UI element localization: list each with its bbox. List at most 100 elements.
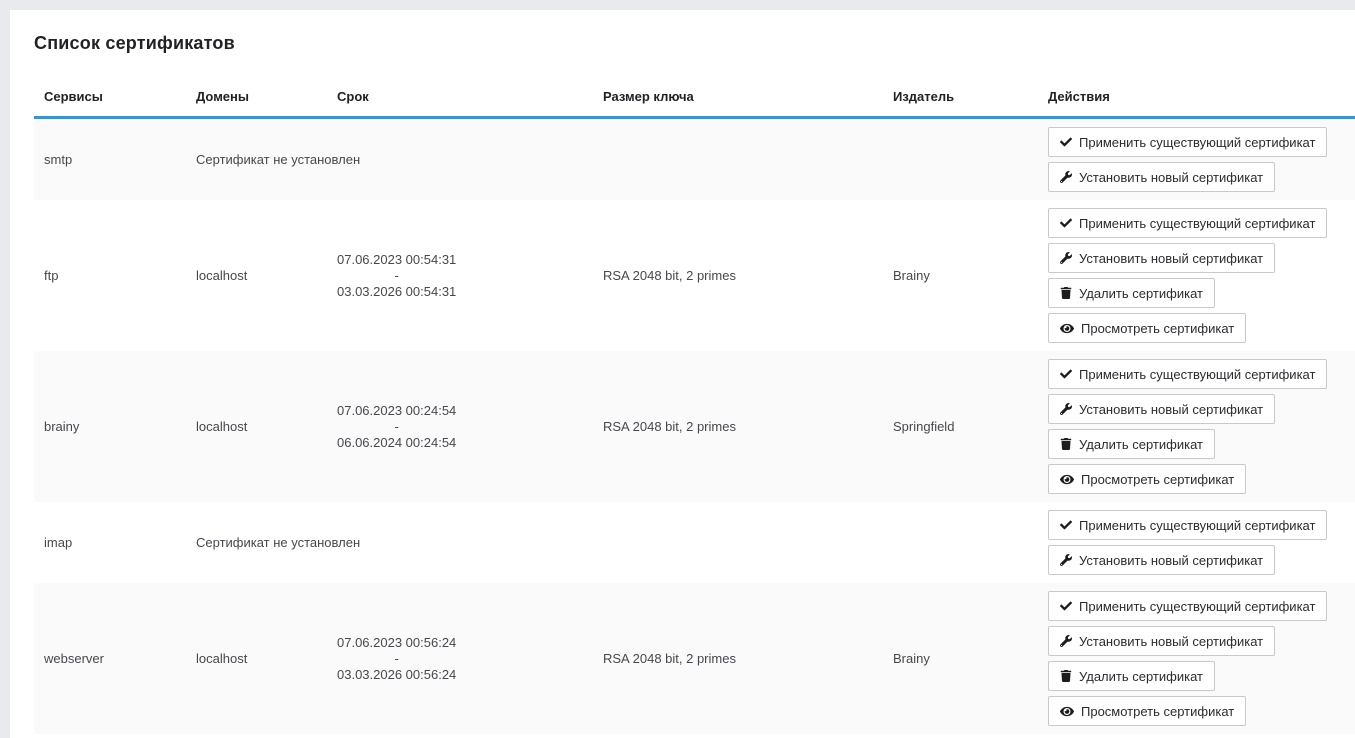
actions-stack: Применить существующий сертификат Установ… <box>1048 359 1345 494</box>
column-header-service: Сервисы <box>34 81 186 118</box>
install-new-certificate-button[interactable]: Установить новый сертификат <box>1048 243 1275 273</box>
trash-icon <box>1060 438 1072 450</box>
action-button-label: Применить существующий сертификат <box>1079 135 1315 150</box>
column-header-domains: Домены <box>186 81 327 118</box>
service-cell: ftp <box>34 200 186 351</box>
column-header-issuer: Издатель <box>883 81 1038 118</box>
column-header-actions: Действия <box>1038 81 1355 118</box>
actions-stack: Применить существующий сертификат Установ… <box>1048 208 1345 343</box>
page-title: Список сертификатов <box>34 33 1355 54</box>
action-button-label: Просмотреть сертификат <box>1081 704 1234 719</box>
term-to: 03.03.2026 00:54:31 <box>337 284 456 300</box>
term-to: 03.03.2026 00:56:24 <box>337 667 456 683</box>
action-button-label: Просмотреть сертификат <box>1081 321 1234 336</box>
certificate-row-brainy: brainylocalhost07.06.2023 00:24:54-06.06… <box>34 351 1355 502</box>
action-button-label: Применить существующий сертификат <box>1079 367 1315 382</box>
term-separator: - <box>337 268 456 284</box>
term-separator: - <box>337 651 456 667</box>
certificate-row-webserver: webserverlocalhost07.06.2023 00:56:24-03… <box>34 583 1355 734</box>
action-button-label: Удалить сертификат <box>1079 669 1203 684</box>
column-header-term: Срок <box>327 81 593 118</box>
action-button-label: Установить новый сертификат <box>1079 553 1263 568</box>
action-button-label: Применить существующий сертификат <box>1079 518 1315 533</box>
term-range: 07.06.2023 00:24:54-06.06.2024 00:24:54 <box>337 403 456 451</box>
term-separator: - <box>337 419 456 435</box>
action-button-label: Установить новый сертификат <box>1079 251 1263 266</box>
action-button-label: Просмотреть сертификат <box>1081 472 1234 487</box>
eye-icon <box>1060 705 1074 718</box>
install-new-certificate-button[interactable]: Установить новый сертификат <box>1048 626 1275 656</box>
delete-certificate-button[interactable]: Удалить сертификат <box>1048 661 1215 691</box>
service-cell: brainy <box>34 351 186 502</box>
term-from: 07.06.2023 00:54:31 <box>337 252 456 268</box>
trash-icon <box>1060 287 1072 299</box>
table-header-row: СервисыДоменыСрокРазмер ключаИздательДей… <box>34 81 1355 118</box>
view-certificate-button[interactable]: Просмотреть сертификат <box>1048 464 1246 494</box>
check-icon <box>1060 600 1072 612</box>
actions-cell: Применить существующий сертификат Установ… <box>1038 583 1355 734</box>
term-cell: 07.06.2023 00:54:31-03.03.2026 00:54:31 <box>327 200 593 351</box>
actions-cell: Применить существующий сертификат Установ… <box>1038 351 1355 502</box>
not-installed-cell: Сертификат не установлен <box>186 502 1038 583</box>
eye-icon <box>1060 473 1074 486</box>
issuer-cell: Brainy <box>883 583 1038 734</box>
certificates-table: СервисыДоменыСрокРазмер ключаИздательДей… <box>34 81 1355 734</box>
wrench-icon <box>1060 171 1072 183</box>
action-button-label: Установить новый сертификат <box>1079 402 1263 417</box>
apply-existing-certificate-button[interactable]: Применить существующий сертификат <box>1048 127 1327 157</box>
certificates-card: Список сертификатов СервисыДоменыСрокРаз… <box>10 10 1355 738</box>
install-new-certificate-button[interactable]: Установить новый сертификат <box>1048 162 1275 192</box>
actions-stack: Применить существующий сертификат Установ… <box>1048 591 1345 726</box>
view-certificate-button[interactable]: Просмотреть сертификат <box>1048 313 1246 343</box>
apply-existing-certificate-button[interactable]: Применить существующий сертификат <box>1048 359 1327 389</box>
view-certificate-button[interactable]: Просмотреть сертификат <box>1048 696 1246 726</box>
action-button-label: Применить существующий сертификат <box>1079 599 1315 614</box>
domains-cell: localhost <box>186 200 327 351</box>
key-size-cell: RSA 2048 bit, 2 primes <box>593 351 883 502</box>
wrench-icon <box>1060 635 1072 647</box>
check-icon <box>1060 519 1072 531</box>
actions-stack: Применить существующий сертификат Установ… <box>1048 510 1345 575</box>
term-from: 07.06.2023 00:56:24 <box>337 635 456 651</box>
key-size-cell: RSA 2048 bit, 2 primes <box>593 200 883 351</box>
wrench-icon <box>1060 403 1072 415</box>
check-icon <box>1060 368 1072 380</box>
wrench-icon <box>1060 554 1072 566</box>
install-new-certificate-button[interactable]: Установить новый сертификат <box>1048 545 1275 575</box>
delete-certificate-button[interactable]: Удалить сертификат <box>1048 278 1215 308</box>
apply-existing-certificate-button[interactable]: Применить существующий сертификат <box>1048 510 1327 540</box>
not-installed-cell: Сертификат не установлен <box>186 118 1038 201</box>
check-icon <box>1060 136 1072 148</box>
apply-existing-certificate-button[interactable]: Применить существующий сертификат <box>1048 591 1327 621</box>
action-button-label: Удалить сертификат <box>1079 437 1203 452</box>
term-cell: 07.06.2023 00:56:24-03.03.2026 00:56:24 <box>327 583 593 734</box>
actions-cell: Применить существующий сертификат Установ… <box>1038 200 1355 351</box>
key-size-cell: RSA 2048 bit, 2 primes <box>593 583 883 734</box>
service-cell: imap <box>34 502 186 583</box>
wrench-icon <box>1060 252 1072 264</box>
term-to: 06.06.2024 00:24:54 <box>337 435 456 451</box>
domains-cell: localhost <box>186 583 327 734</box>
term-range: 07.06.2023 00:56:24-03.03.2026 00:56:24 <box>337 635 456 683</box>
trash-icon <box>1060 670 1072 682</box>
action-button-label: Применить существующий сертификат <box>1079 216 1315 231</box>
domains-cell: localhost <box>186 351 327 502</box>
action-button-label: Установить новый сертификат <box>1079 634 1263 649</box>
service-cell: smtp <box>34 118 186 201</box>
issuer-cell: Brainy <box>883 200 1038 351</box>
actions-cell: Применить существующий сертификат Установ… <box>1038 502 1355 583</box>
term-from: 07.06.2023 00:24:54 <box>337 403 456 419</box>
delete-certificate-button[interactable]: Удалить сертификат <box>1048 429 1215 459</box>
actions-cell: Применить существующий сертификат Установ… <box>1038 118 1355 201</box>
certificate-row-smtp: smtpСертификат не установленПрименить су… <box>34 118 1355 201</box>
eye-icon <box>1060 322 1074 335</box>
column-header-key_size: Размер ключа <box>593 81 883 118</box>
certificate-row-ftp: ftplocalhost07.06.2023 00:54:31-03.03.20… <box>34 200 1355 351</box>
certificate-row-imap: imapСертификат не установленПрименить су… <box>34 502 1355 583</box>
apply-existing-certificate-button[interactable]: Применить существующий сертификат <box>1048 208 1327 238</box>
install-new-certificate-button[interactable]: Установить новый сертификат <box>1048 394 1275 424</box>
term-range: 07.06.2023 00:54:31-03.03.2026 00:54:31 <box>337 252 456 300</box>
action-button-label: Установить новый сертификат <box>1079 170 1263 185</box>
service-cell: webserver <box>34 583 186 734</box>
issuer-cell: Springfield <box>883 351 1038 502</box>
